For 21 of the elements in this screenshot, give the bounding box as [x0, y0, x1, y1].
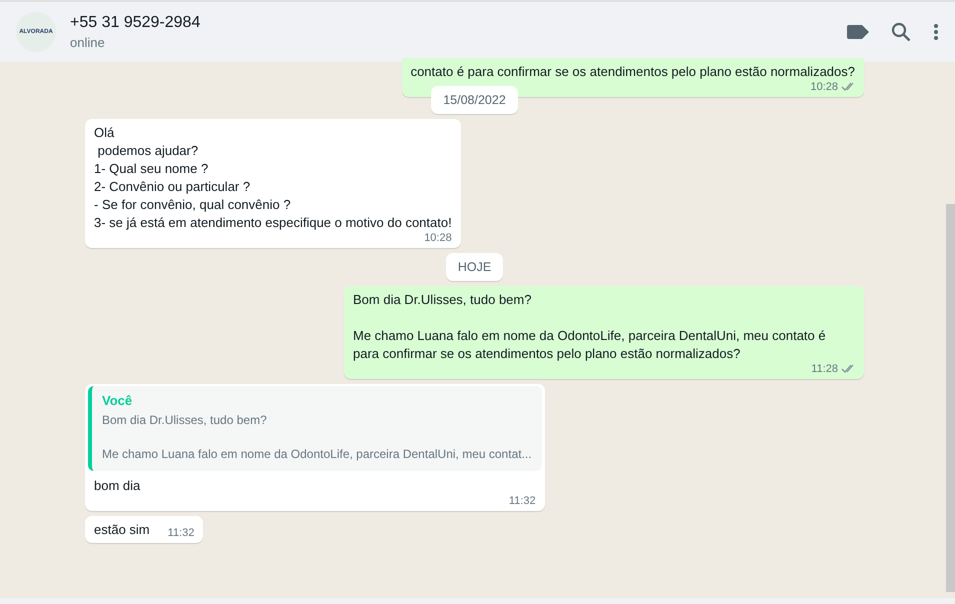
message-time: 11:32	[168, 527, 194, 539]
scrollbar-thumb[interactable]	[946, 204, 955, 592]
message-text: Bom dia Dr.Ulisses, tudo bem? Me chamo Luana falo em nome da OdontoLife, parceira DentalUni, meu contato é para confirmar se os atendimentos pelo plano estão normalizados?	[353, 291, 827, 363]
message-text: contato é para confirmar se os atendimentos pelo plano estão normalizados?	[410, 63, 855, 81]
message-text: bom dia	[94, 477, 142, 495]
date-chip: HOJE	[446, 253, 504, 281]
contact-status: online	[70, 35, 106, 50]
quote-author: Você	[102, 393, 134, 408]
label-icon[interactable]	[847, 25, 869, 39]
menu-icon[interactable]	[933, 23, 939, 41]
date-chip: 15/08/2022	[431, 86, 518, 114]
message-time: 10:28	[810, 81, 838, 93]
message-text: estão sim	[94, 521, 150, 539]
quote-text: Bom dia Dr.Ulisses, tudo bem? Me chamo Luana falo em nome da OdontoLife, parceira DentalUni, meu contat...	[102, 412, 532, 463]
contact-name: +55 31 9529-2984	[70, 14, 202, 32]
search-icon[interactable]	[891, 22, 911, 42]
message-text: Olá podemos ajudar? 1- Qual seu nome ? 2- Convênio ou particular ? - Se for convênio, qual convênio ? 3- se já está em atendimento especifique o motivo do contato!	[94, 124, 452, 232]
message-time: 11:28	[811, 363, 838, 375]
quoted-message[interactable]: Você Bom dia Dr.Ulisses, tudo bem? Me chamo Luana falo em nome da OdontoLife, parceira DentalUni, meu contat...	[88, 386, 542, 471]
message-time: 11:32	[508, 495, 536, 507]
message-time: 10:28	[424, 232, 452, 244]
